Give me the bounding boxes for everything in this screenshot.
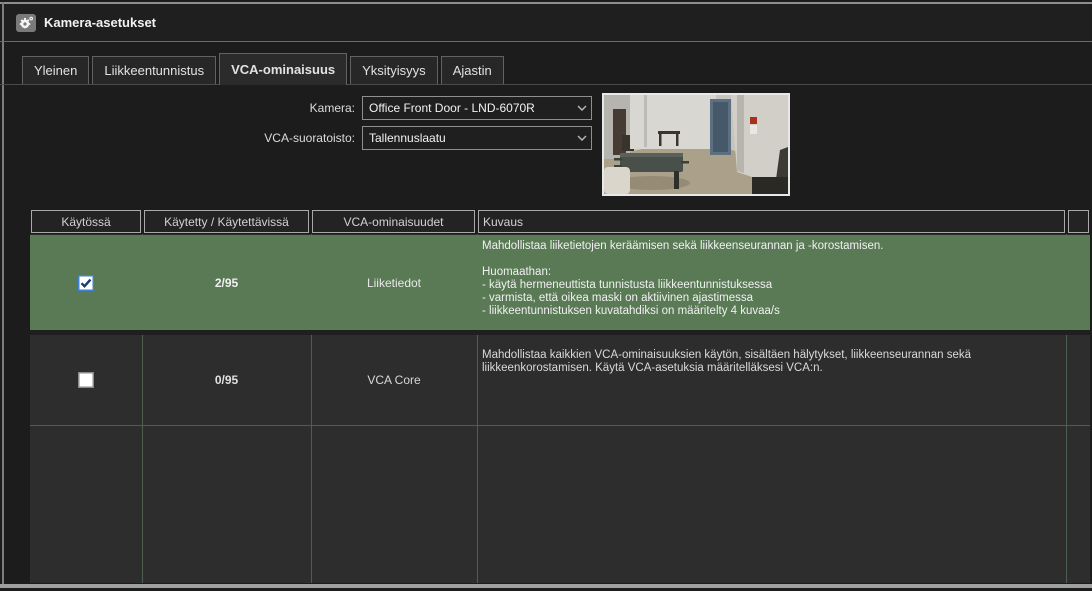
used-available-value: 2/95	[142, 235, 311, 330]
titlebar-separator	[0, 41, 1092, 42]
camera-gear-icon	[16, 14, 36, 32]
feature-name: VCA Core	[311, 335, 477, 425]
tab-ajastin[interactable]: Ajastin	[441, 56, 504, 84]
tab-yksityisyys[interactable]: Yksityisyys	[350, 56, 438, 84]
tab-panel-border	[0, 84, 1092, 85]
feature-name: Liiketiedot	[311, 235, 477, 330]
window-title: Kamera-asetukset	[44, 15, 156, 30]
vca-stream-select-value: Tallennuslaatu	[363, 131, 573, 145]
vca-feature-table: 2/95 Liiketiedot Mahdollistaa liiketieto…	[30, 234, 1090, 583]
column-header-enabled: Käytössä	[31, 210, 141, 233]
title-bar[interactable]: Kamera-asetukset	[4, 4, 1090, 41]
table-row-liiketiedot[interactable]: 2/95 Liiketiedot Mahdollistaa liiketieto…	[30, 235, 1090, 330]
camera-preview-image	[602, 93, 790, 196]
camera-select-value: Office Front Door - LND-6070R	[363, 101, 573, 115]
used-available-value: 0/95	[142, 335, 311, 425]
column-header-spacer	[1068, 210, 1089, 233]
tab-yleinen[interactable]: Yleinen	[22, 56, 89, 84]
vca-core-checkbox[interactable]	[78, 372, 94, 388]
grid-line	[30, 425, 1090, 426]
chevron-down-icon	[573, 105, 591, 111]
camera-settings-window: Kamera-asetukset Yleinen Liikkeentunnist…	[0, 0, 1092, 591]
feature-description: Mahdollistaa kaikkien VCA-ominaisuuksien…	[482, 349, 1072, 375]
camera-select[interactable]: Office Front Door - LND-6070R	[362, 96, 592, 120]
vca-stream-label: VCA-suoratoisto:	[225, 131, 355, 145]
liiketiedot-checkbox[interactable]	[78, 275, 94, 291]
chevron-down-icon	[573, 135, 591, 141]
table-row-vca-core[interactable]: 0/95 VCA Core Mahdollistaa kaikkien VCA-…	[30, 335, 1090, 425]
column-header-description: Kuvaus	[478, 210, 1065, 233]
column-header-vca-features: VCA-ominaisuudet	[312, 210, 475, 233]
window-bottom-border	[0, 584, 1092, 588]
tab-liikkeentunnistus[interactable]: Liikkeentunnistus	[92, 56, 216, 84]
tab-bar: Yleinen Liikkeentunnistus VCA-ominaisuus…	[22, 55, 504, 84]
window-left-border	[2, 2, 4, 587]
camera-label: Kamera:	[225, 101, 355, 115]
tab-vca-ominaisuus[interactable]: VCA-ominaisuus	[219, 53, 347, 85]
vca-stream-select[interactable]: Tallennuslaatu	[362, 126, 592, 150]
column-header-used-available: Käytetty / Käytettävissä	[144, 210, 309, 233]
feature-description: Mahdollistaa liiketietojen keräämisen se…	[482, 240, 1072, 318]
